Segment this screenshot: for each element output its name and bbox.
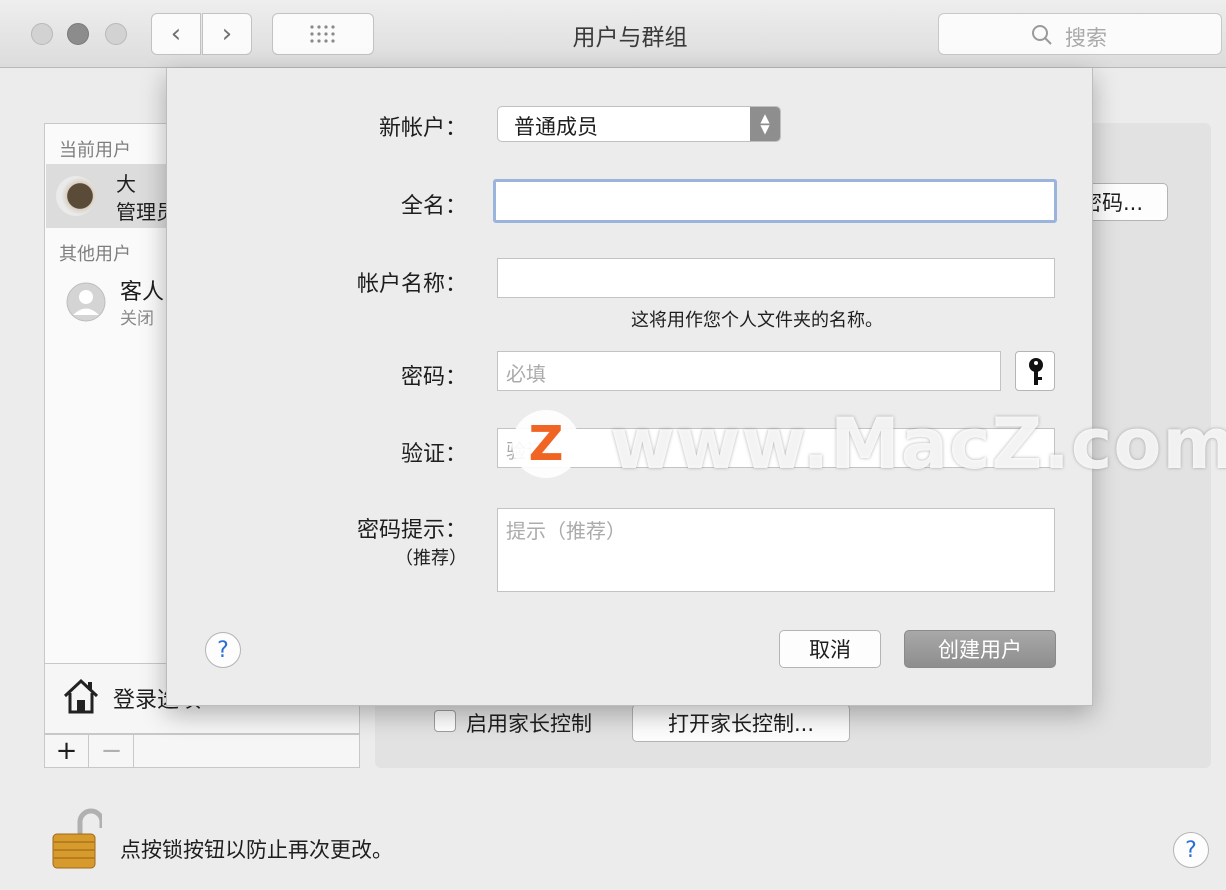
search-field[interactable]: 搜索 [938,13,1222,55]
user-avatar [56,176,96,216]
current-users-label: 当前用户 [59,140,131,161]
account-name-note: 这将用作您个人文件夹的名称。 [631,310,883,331]
password-hint-sublabel: （推荐） [395,548,467,569]
search-placeholder: 搜索 [1065,26,1107,50]
cancel-button[interactable]: 取消 [779,630,881,668]
chevron-left-icon: ‹ [170,19,182,49]
verify-label: 验证： [400,442,467,467]
window-title: 用户与群组 [572,25,688,51]
parental-controls-checkbox[interactable] [434,710,456,732]
updown-arrows-icon: ▲ ▼ [750,107,780,141]
account-type-value: 普通成员 [514,115,598,139]
full-name-field[interactable] [493,179,1057,223]
grid-icon [310,25,335,43]
password-assistant-button[interactable] [1015,351,1055,391]
parental-controls-label: 启用家长控制 [466,712,592,736]
remove-user-button[interactable]: − [90,735,134,767]
new-account-label: 新帐户： [378,116,467,141]
zoom-window-button[interactable] [105,23,127,45]
account-name-field[interactable] [497,258,1055,298]
close-window-button[interactable] [31,23,53,45]
account-type-popup[interactable]: 普通成员 ▲ ▼ [497,106,781,142]
password-label: 密码： [400,365,467,390]
open-parental-controls-button[interactable]: 打开家长控制... [632,704,850,742]
lock-message: 点按锁按钮以防止再次更改。 [120,838,393,862]
guest-name: 客人 [120,280,165,305]
watermark-logo: Z [512,410,580,478]
password-placeholder: 必填 [506,362,546,386]
key-icon [1029,358,1043,385]
password-hint-placeholder: 提示（推荐） [506,519,626,543]
user-name: 大 [116,172,136,196]
add-remove-bar: + − [44,734,360,768]
password-hint-field[interactable]: 提示（推荐） [497,508,1055,592]
chevron-right-icon: › [221,19,233,49]
account-name-label: 帐户名称： [356,272,467,297]
show-all-button[interactable] [272,13,374,55]
password-hint-label: 密码提示： [356,518,467,543]
forward-button[interactable]: › [202,13,252,55]
full-name-label: 全名： [400,194,467,219]
other-users-label: 其他用户 [59,244,131,265]
minimize-window-button[interactable] [67,23,89,45]
title-bar: ‹ › 用户与群组 搜索 [0,0,1226,68]
house-icon [63,678,99,714]
guest-status: 关闭 [120,309,154,329]
guest-avatar-icon [66,282,106,322]
search-icon [1032,25,1052,45]
dialog-help-button[interactable]: ? [205,632,241,668]
help-button[interactable]: ? [1173,832,1209,868]
password-field[interactable]: 必填 [497,351,1001,391]
add-user-button[interactable]: + [45,735,89,767]
new-account-sheet: 新帐户： 普通成员 ▲ ▼ 全名： 帐户名称： 这将用作您个人文件夹的名称。 密码… [166,68,1093,706]
create-user-button[interactable]: 创建用户 [904,630,1056,668]
watermark: Z www.MacZ.com [512,403,1226,485]
watermark-text: www.MacZ.com [610,403,1226,485]
lock-icon[interactable] [50,806,102,870]
back-button[interactable]: ‹ [151,13,201,55]
